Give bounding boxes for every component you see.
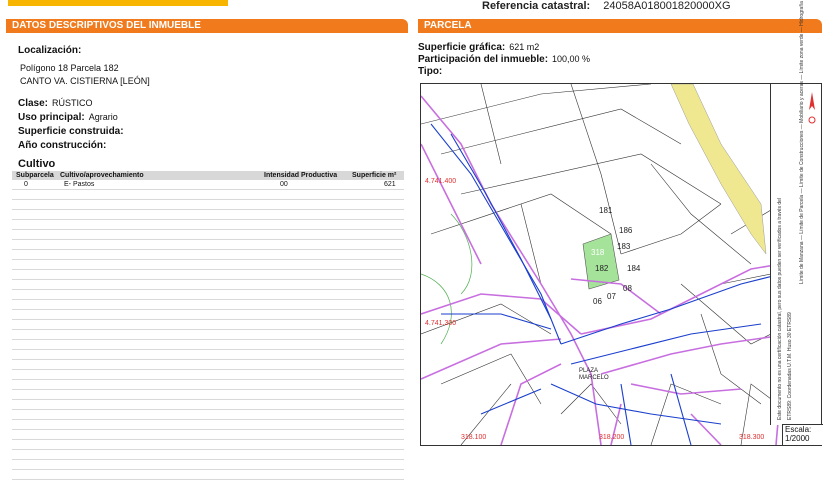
uso-row: Uso principal: Agrario xyxy=(18,112,118,123)
coord-label-318100: 318.100 xyxy=(461,434,487,441)
table-row-empty xyxy=(12,440,404,450)
cultivo-table: Subparcela Cultivo/aprovechamiento Inten… xyxy=(12,171,404,480)
ref-value: 24058A018001820000XG xyxy=(603,0,731,12)
map-drawing xyxy=(421,84,821,445)
table-row-empty xyxy=(12,470,404,480)
table-row-empty xyxy=(12,400,404,410)
table-row-empty xyxy=(12,220,404,230)
cadastral-map[interactable]: 181 186 183 182 184 08 06 07 318 PLAZA M… xyxy=(420,83,822,446)
superficie-construida-label: Superficie construida: xyxy=(18,126,124,137)
parcel-label-181: 181 xyxy=(599,206,613,215)
parcel-label-07: 07 xyxy=(607,292,616,301)
section-header-datos: DATOS DESCRIPTIVOS DEL INMUEBLE xyxy=(6,19,408,33)
table-row-empty xyxy=(12,360,404,370)
table-row-empty xyxy=(12,310,404,320)
road-shape xyxy=(670,84,767,255)
clase-label: Clase: xyxy=(18,98,49,109)
cultivo-title: Cultivo xyxy=(18,158,56,170)
escala-label: Escala: xyxy=(785,425,812,434)
table-row: 0 E- Pastos 00 621 xyxy=(12,180,404,190)
empty-rows xyxy=(12,190,404,480)
clase-value: RÚSTICO xyxy=(52,98,93,108)
table-row-empty xyxy=(12,300,404,310)
table-row-empty xyxy=(12,200,404,210)
escala-value: 1/2000 xyxy=(785,434,810,443)
cell-intensidad: 00 xyxy=(280,181,288,188)
table-row-empty xyxy=(12,320,404,330)
cell-superficie: 621 xyxy=(384,181,396,188)
col-superficie: Superficie m² xyxy=(352,172,397,179)
coord-label-4741300: 4.741.300 xyxy=(425,320,457,327)
table-row-empty xyxy=(12,450,404,460)
section-header-parcela: PARCELA xyxy=(418,19,822,33)
table-row-empty xyxy=(12,240,404,250)
table-row-empty xyxy=(12,190,404,200)
col-subparcela: Subparcela xyxy=(16,172,54,179)
coord-label-318200: 318.200 xyxy=(599,434,625,441)
parcel-label-183: 183 xyxy=(617,242,631,251)
parcel-label-184: 184 xyxy=(627,264,641,273)
table-row-empty xyxy=(12,410,404,420)
anio-construccion-label: Año construcción: xyxy=(18,140,107,151)
legend-text-2: ETRS89: Coordenadas U.T.M. Huso 30 ETRS8… xyxy=(787,312,793,420)
table-row-empty xyxy=(12,380,404,390)
table-row-empty xyxy=(12,290,404,300)
table-row-empty xyxy=(12,230,404,240)
compass-icon xyxy=(808,92,816,124)
superficie-grafica-value: 621 m2 xyxy=(509,42,540,52)
table-row-empty xyxy=(12,330,404,340)
col-intensidad: Intensidad Productiva xyxy=(264,172,338,179)
cell-subparcela: 0 xyxy=(24,181,28,188)
table-row-empty xyxy=(12,350,404,360)
localizacion-label: Localización: xyxy=(18,45,82,56)
legend-text-1: Este documento no es una certificación c… xyxy=(777,197,783,420)
parcel-label-186: 186 xyxy=(619,226,633,235)
table-header-row: Subparcela Cultivo/aprovechamiento Inten… xyxy=(12,171,404,180)
map-legend: Este documento no es una certificación c… xyxy=(770,1,821,425)
parcel-label-08: 08 xyxy=(623,284,632,293)
uso-value: Agrario xyxy=(88,112,118,122)
table-row-empty xyxy=(12,390,404,400)
table-row-empty xyxy=(12,280,404,290)
table-row-empty xyxy=(12,370,404,380)
table-row-empty xyxy=(12,260,404,270)
legend-text-3: Límite de Manzana — Límite de Parcela — … xyxy=(799,1,805,284)
top-accent-bar xyxy=(8,0,228,6)
superficie-grafica-row: Superficie gráfica: 621 m2 xyxy=(418,42,539,53)
cell-cultivo: E- Pastos xyxy=(64,181,95,188)
ref-label: Referencia catastral: xyxy=(482,0,591,12)
table-row-empty xyxy=(12,270,404,280)
participacion-label: Participación del inmueble: xyxy=(418,54,549,65)
plaza-label: PLAZA MARCELO xyxy=(579,368,609,381)
plot-lines xyxy=(421,84,821,445)
referencia-catastral: Referencia catastral: 24058A018001820000… xyxy=(482,0,731,12)
tipo-label: Tipo: xyxy=(418,66,443,77)
table-row-empty xyxy=(12,210,404,220)
clase-row: Clase: RÚSTICO xyxy=(18,98,93,109)
superficie-grafica-label: Superficie gráfica: xyxy=(418,42,506,53)
coord-label-4741400: 4.741.400 xyxy=(425,178,457,185)
col-cultivo: Cultivo/aprovechamiento xyxy=(60,172,144,179)
parcel-label-318: 318 xyxy=(591,248,605,257)
table-row-empty xyxy=(12,460,404,470)
table-row-empty xyxy=(12,340,404,350)
localizacion-line1: Polígono 18 Parcela 182 xyxy=(20,63,119,73)
coord-label-318300: 318.300 xyxy=(739,434,765,441)
participacion-row: Participación del inmueble: 100,00 % xyxy=(418,54,590,65)
participacion-value: 100,00 % xyxy=(552,54,591,64)
table-row-empty xyxy=(12,430,404,440)
parcel-label-06: 06 xyxy=(593,297,602,306)
localizacion-line2: CANTO VA. CISTIERNA [LEÓN] xyxy=(20,76,150,86)
uso-label: Uso principal: xyxy=(18,112,85,123)
parcel-label-182: 182 xyxy=(595,264,609,273)
table-row-empty xyxy=(12,420,404,430)
table-row-empty xyxy=(12,250,404,260)
map-scale: Escala: 1/2000 xyxy=(782,424,823,445)
